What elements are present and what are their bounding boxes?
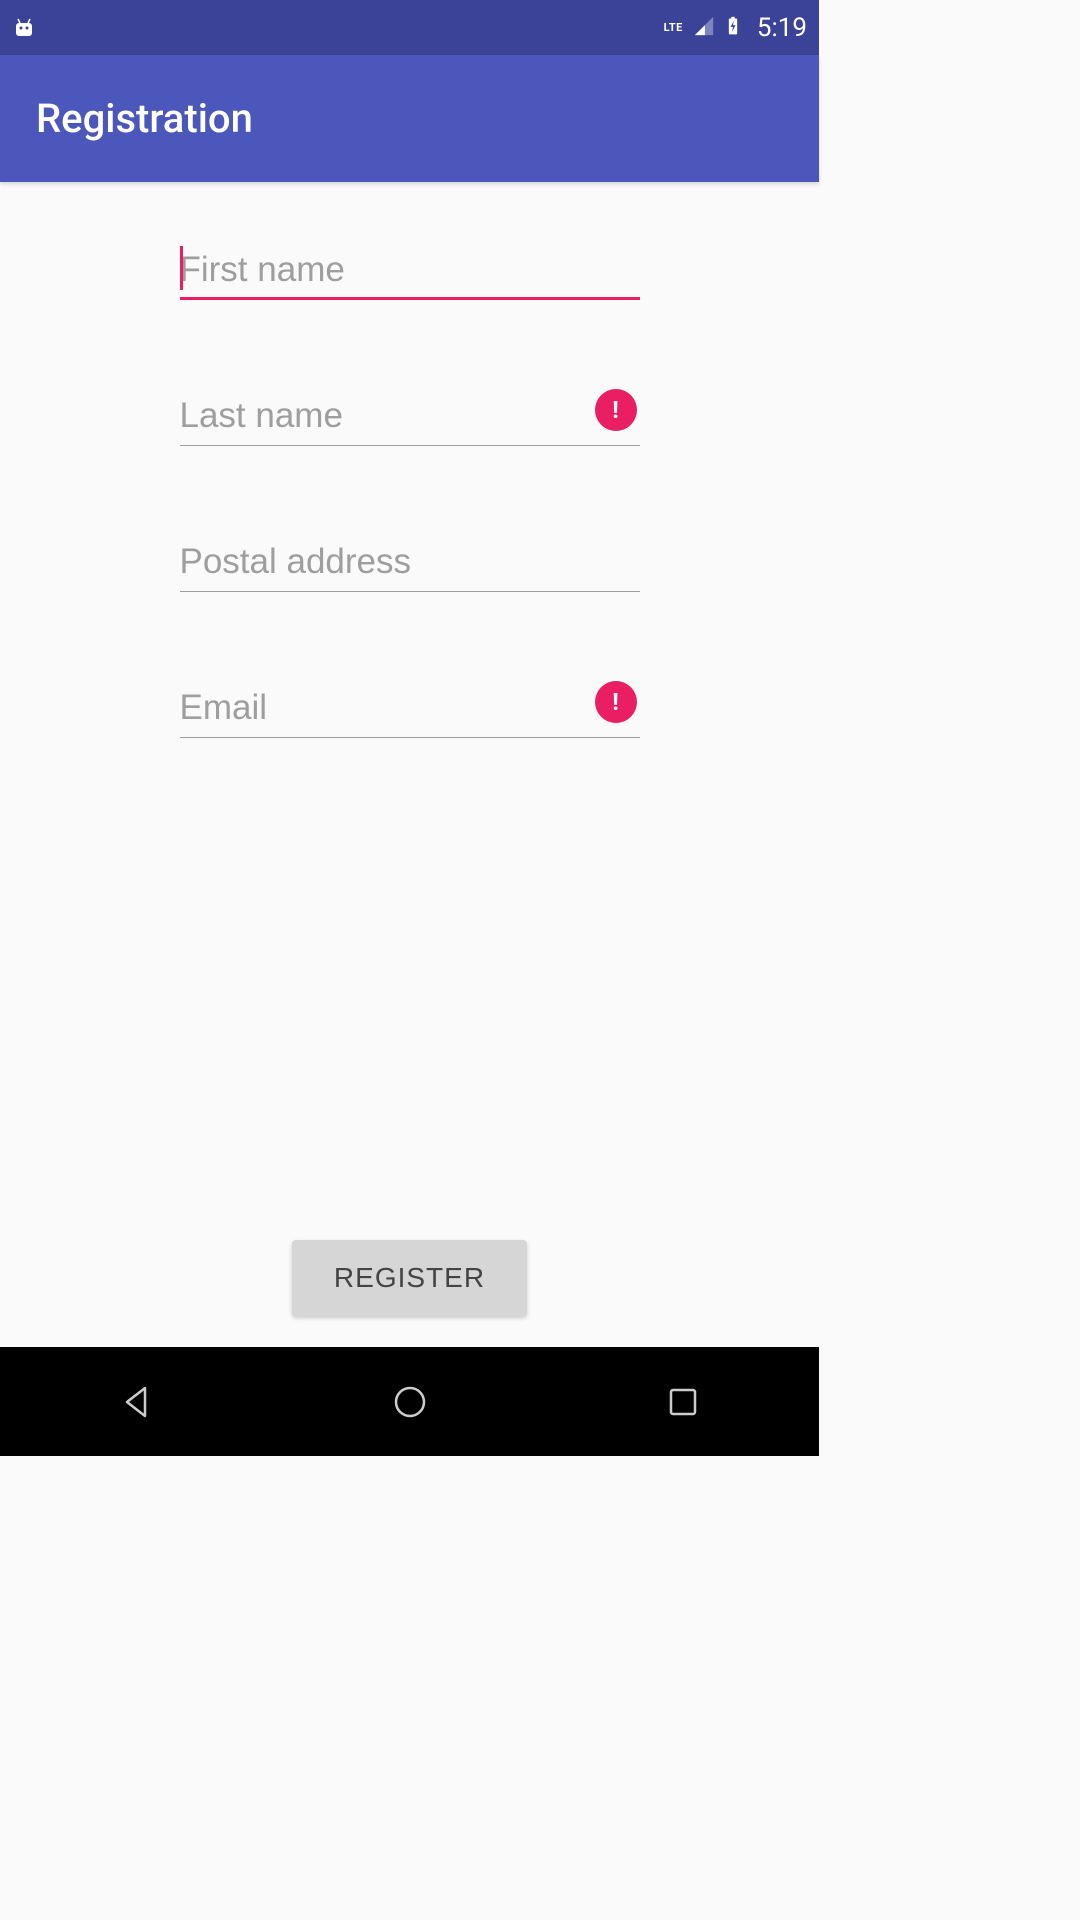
status-right: LTE 5:19 [664,13,807,43]
register-button-container: REGISTER [0,1240,819,1316]
email-field[interactable]: ! [180,680,640,738]
error-icon: ! [595,681,637,723]
battery-charging-icon [723,14,743,42]
input-underline [180,297,640,300]
postal-address-input[interactable] [180,534,640,592]
status-bar: LTE 5:19 [0,0,819,55]
first-name-field[interactable] [180,242,640,300]
recent-apps-button[interactable] [655,1374,711,1430]
app-bar: Registration [0,55,819,182]
back-button[interactable] [109,1374,165,1430]
signal-icon [693,15,715,41]
error-icon: ! [595,389,637,431]
page-title: Registration [36,95,253,142]
android-icon [12,16,36,40]
email-input[interactable] [180,680,640,738]
postal-address-field[interactable] [180,534,640,592]
input-underline [180,737,640,738]
register-button[interactable]: REGISTER [292,1240,527,1316]
last-name-field[interactable]: ! [180,388,640,446]
registration-form: ! ! [0,182,819,826]
last-name-input[interactable] [180,388,640,446]
clock-time: 5:19 [757,13,807,43]
home-button[interactable] [382,1374,438,1430]
input-underline [180,445,640,446]
text-cursor [180,246,183,290]
lte-label: LTE [664,21,683,34]
first-name-input[interactable] [180,242,640,300]
input-underline [180,591,640,592]
status-left [12,16,36,40]
navigation-bar [0,1347,819,1456]
